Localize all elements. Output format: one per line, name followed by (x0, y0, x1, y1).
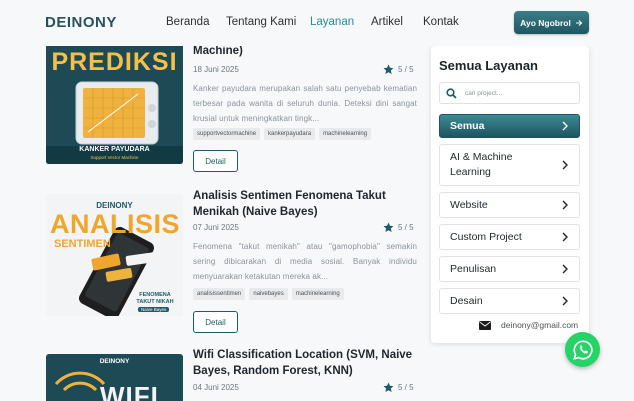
card-date: 04 Juni 2025 (193, 383, 239, 392)
ayo-ngobrol-button[interactable]: Ayo Ngobrol (514, 11, 589, 34)
sidebar-item-label: Custom Project (450, 230, 522, 243)
chevron-right-icon (562, 264, 568, 274)
tag[interactable]: analisissentimen (193, 288, 246, 300)
arrow-right-icon (575, 19, 583, 26)
nav-link-tentang-kami[interactable]: Tentang Kami (226, 16, 296, 28)
card-image-caption: FENOMENA TAKUT NIKAH (136, 292, 174, 305)
rating-value: 5 / 5 (398, 223, 414, 232)
card-title[interactable]: Wifi Classification Location (SVM, Naive… (193, 347, 425, 379)
search-icon (446, 87, 457, 99)
card-tags: analisissentimen naivebayes machinelearn… (193, 288, 344, 300)
tag[interactable]: supportvectormachine (193, 128, 261, 140)
tag[interactable]: machinelearning (291, 288, 344, 300)
rating-value: 5 / 5 (398, 383, 414, 392)
search-box[interactable] (439, 82, 580, 104)
rating-value: 5 / 5 (398, 65, 414, 74)
star-icon (383, 382, 394, 392)
sidebar-item-label: AI & Machine Learning (450, 151, 513, 178)
sidebar-item-ai-machine-learning[interactable]: AI & Machine Learning (439, 144, 580, 186)
sidebar-item-penulisan[interactable]: Penulisan (439, 256, 580, 282)
card-rating: 5 / 5 (383, 382, 414, 393)
card-image-prediksi[interactable]: PREDIKSI KANKER PAYUDARA Support Vector … (46, 42, 183, 164)
sidebar-title: Semua Layanan (439, 58, 538, 73)
cta-label: Ayo Ngobrol (520, 17, 571, 28)
card-tags: supportvectormachine kankerpayudara mach… (193, 128, 372, 140)
card-image-title: PREDIKSI (51, 48, 178, 76)
mail-icon (479, 320, 491, 330)
card-image-title: WIFI (100, 381, 159, 401)
sidebar-item-website[interactable]: Website (439, 192, 580, 218)
card-title[interactable]: Analisis Sentimen Fenomena Takut Menikah… (193, 188, 425, 220)
card-image-subcaption: Naive Bayes (138, 307, 170, 312)
sidebar-item-label: Website (450, 198, 488, 211)
whatsapp-icon (572, 339, 593, 360)
services-sidebar: Semua Layanan Semua AI & Machine Learnin… (431, 46, 589, 343)
chevron-right-icon (562, 296, 568, 306)
detail-button[interactable]: Detail (193, 150, 238, 172)
star-icon (383, 222, 394, 232)
card-image-subcaption: Support Vector Machine (90, 155, 139, 160)
card-description: Kanker payudara merupakan salah satu pen… (193, 84, 417, 124)
detail-button[interactable]: Detail (193, 311, 238, 333)
nav-link-beranda[interactable]: Beranda (166, 16, 209, 28)
tag[interactable]: kankerpayudara (264, 128, 316, 140)
sidebar-item-label: Semua (450, 119, 485, 132)
card-date: 07 Juni 2025 (193, 223, 239, 232)
sidebar-item-label: Penulisan (450, 262, 497, 275)
nav-link-artikel[interactable]: Artikel (371, 16, 403, 28)
chevron-right-icon (562, 232, 568, 242)
tag[interactable]: naivebayes (249, 288, 288, 300)
contact-email[interactable]: deinony@gmail.com (479, 320, 578, 330)
search-input[interactable] (465, 89, 575, 97)
card-image-title: ANALISIS (50, 209, 181, 239)
nav-link-kontak[interactable]: Kontak (423, 16, 459, 28)
card-image-logo: DEINONY (99, 358, 130, 365)
card-rating: 5 / 5 (383, 64, 414, 75)
chevron-right-icon (562, 160, 568, 170)
card-image-title-2: SENTIMEN (54, 238, 111, 250)
nav-link-layanan[interactable]: Layanan (310, 16, 354, 28)
tag[interactable]: machinelearning (319, 128, 372, 140)
sidebar-item-custom-project[interactable]: Custom Project (439, 224, 580, 250)
email-text: deinony@gmail.com (501, 320, 579, 330)
card-description: Fenomena "takut menikah" atau "gamophobi… (193, 242, 417, 282)
navbar: DEINONY Beranda Tentang Kami Layanan Art… (0, 0, 634, 46)
card-image-caption: KANKER PAYUDARA (79, 146, 150, 153)
whatsapp-button[interactable] (565, 332, 600, 367)
card-rating: 5 / 5 (383, 222, 414, 233)
chevron-right-icon (562, 200, 568, 210)
card-image-analisis-sentimen[interactable]: DEINONY ANALISIS SENTIMEN FENOMENA TAKUT… (46, 194, 183, 316)
chevron-right-icon (562, 121, 568, 131)
card-date: 18 Juni 2025 (193, 65, 239, 74)
brand-logo[interactable]: DEINONY (45, 14, 117, 31)
star-icon (383, 64, 394, 74)
sidebar-item-semua[interactable]: Semua (439, 114, 580, 138)
sidebar-item-label: Desain (450, 294, 483, 307)
card-image-wifi[interactable]: DEINONY WIFI (46, 354, 183, 401)
sidebar-item-desain[interactable]: Desain (439, 288, 580, 314)
